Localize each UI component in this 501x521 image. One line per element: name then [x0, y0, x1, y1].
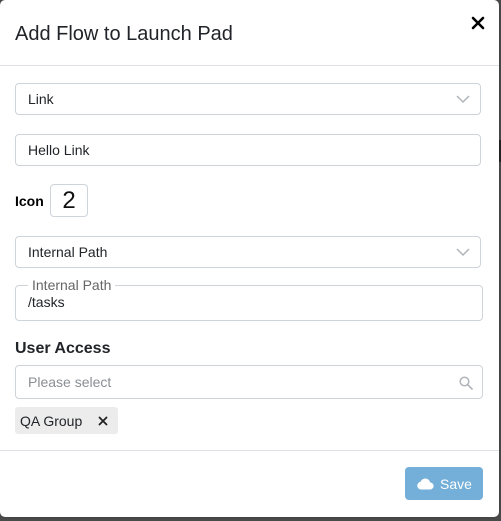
save-button-label: Save — [440, 475, 472, 492]
remove-icon — [98, 416, 108, 425]
save-button[interactable]: Save — [405, 467, 483, 500]
internal-path-field[interactable]: Internal Path — [15, 278, 483, 321]
add-flow-modal: Add Flow to Launch Pad Link Hello Link I… — [0, 0, 499, 517]
chevron-down-icon — [456, 95, 470, 104]
close-icon — [471, 16, 485, 30]
internal-path-label: Internal Path — [32, 277, 112, 293]
modal-header: Add Flow to Launch Pad — [0, 0, 499, 66]
path-type-select-value: Internal Path — [28, 244, 108, 260]
close-button[interactable] — [467, 13, 489, 35]
type-select[interactable]: Link — [15, 83, 481, 115]
chevron-down-icon — [456, 248, 470, 257]
search-icon — [459, 376, 473, 390]
cloud-icon — [417, 478, 434, 490]
icon-label: Icon — [15, 193, 44, 209]
remove-chip-button[interactable] — [96, 414, 110, 428]
path-type-select[interactable]: Internal Path — [15, 236, 481, 268]
user-access-chip: QA Group — [15, 407, 119, 434]
modal-footer: Save — [0, 450, 499, 517]
internal-path-value[interactable]: /tasks — [28, 294, 65, 310]
user-access-label: User Access — [15, 340, 111, 357]
user-access-search-input[interactable] — [15, 365, 483, 399]
name-input[interactable]: Hello Link — [15, 134, 481, 166]
name-input-value: Hello Link — [28, 142, 90, 158]
modal-title: Add Flow to Launch Pad — [15, 23, 233, 45]
icon-picker[interactable]: 2 — [50, 184, 88, 217]
chip-label: QA Group — [20, 412, 83, 429]
type-select-value: Link — [28, 91, 54, 107]
